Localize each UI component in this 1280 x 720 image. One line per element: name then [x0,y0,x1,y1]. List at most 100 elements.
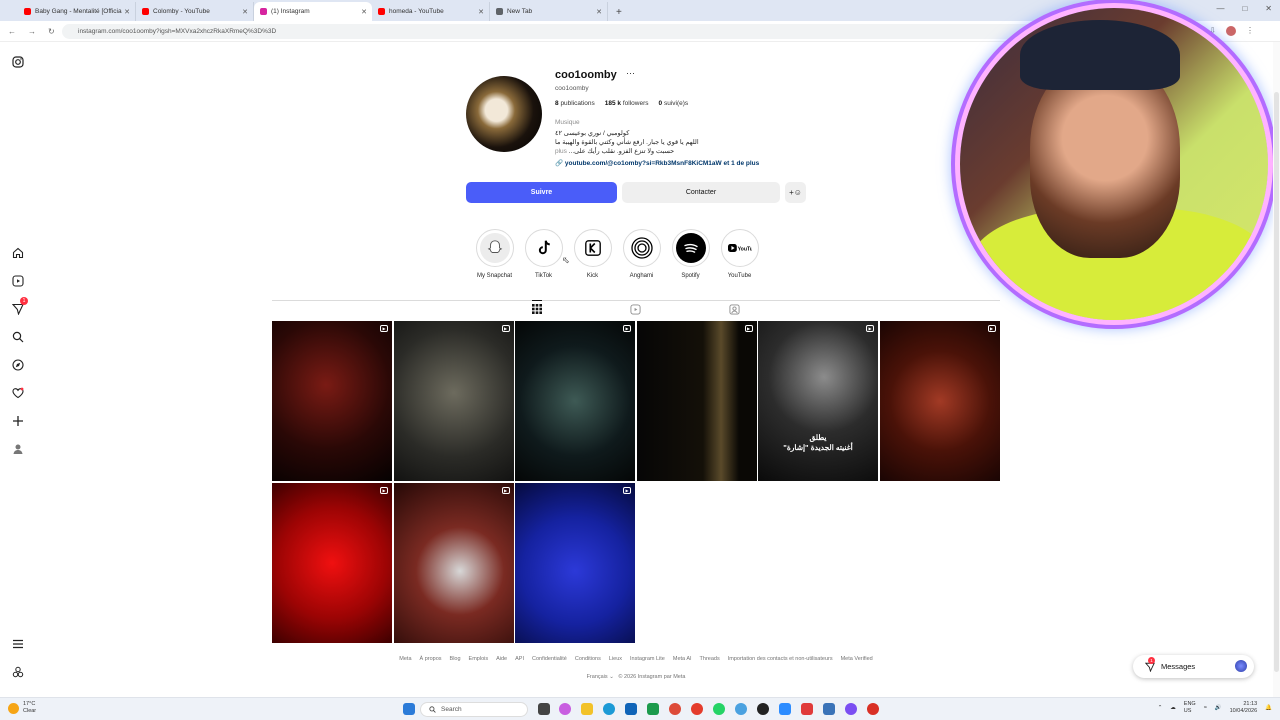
tab-close-icon[interactable]: ✕ [124,8,130,16]
tab-tagged-icon[interactable] [729,304,740,318]
opera-icon[interactable] [691,703,703,715]
chrome-icon[interactable] [669,703,681,715]
tab-posts-grid-icon[interactable] [532,300,542,317]
input-language[interactable]: ENG US [1184,701,1196,715]
highlight-youtube[interactable]: YouTube YouTube [719,229,760,279]
highlight-snapchat-ghost[interactable]: My Snapchat [474,229,515,279]
profile-picture[interactable] [466,76,542,152]
scrollbar-thumb[interactable] [1274,92,1279,672]
close-window-icon[interactable]: ✕ [1265,4,1272,13]
footer-link[interactable]: Instagram Lite [630,656,665,662]
weather-widget[interactable]: 17°C Clear [8,701,36,715]
profile-external-link[interactable]: 🔗 youtube.com/@co1omby?si=Rkb3MsnF8KiCM1… [555,159,759,167]
footer-link[interactable]: Importation des contacts et non-utilisat… [728,656,833,662]
task-view-icon[interactable] [538,703,550,715]
url-field[interactable]: instagram.com/coo1oomby?igsh=MXVxa2xhczR… [62,24,1192,39]
tab-close-icon[interactable]: ✕ [361,8,367,16]
more-menu-icon[interactable] [10,636,26,652]
browser-menu-icon[interactable]: ⋮ [1246,26,1254,36]
app-icon[interactable] [845,703,857,715]
post-thumbnail[interactable]: ▶ [879,321,1000,481]
suggested-accounts-button[interactable]: +☺ [785,182,806,203]
messages-button[interactable]: 1 Messages [1133,655,1254,678]
download-icon[interactable]: ⇩ [1209,26,1216,36]
post-thumbnail[interactable]: ▶ [636,321,757,481]
direct-messages-icon[interactable]: 1 [10,297,28,317]
browser-tab[interactable]: (1) Instagram ✕ [254,2,372,21]
tab-close-icon[interactable]: ✕ [242,8,248,16]
footer-link[interactable]: Meta [399,656,411,662]
language-select[interactable]: Français [587,674,608,680]
footer-link[interactable]: Threads [700,656,720,662]
footer-link[interactable]: Confidentialité [532,656,567,662]
browser-tab[interactable]: homeda - YouTube ✕ [372,2,490,21]
browser-tab[interactable]: Baby Gang - Mentalité [Officia ✕ [18,2,136,21]
following-stat[interactable]: 0 suivi(e)s [659,100,689,107]
post-thumbnail[interactable]: ▶ [272,321,392,481]
create-plus-icon[interactable] [10,413,26,429]
browser-tab[interactable]: Colomby - YouTube ✕ [136,2,254,21]
footer-link[interactable]: Lieux [609,656,622,662]
forward-icon[interactable]: → [28,27,36,36]
onedrive-icon[interactable]: ☁ [1170,705,1176,712]
post-thumbnail[interactable]: ▶ [515,483,635,643]
store-icon[interactable] [625,703,637,715]
back-icon[interactable]: ← [8,27,16,36]
notifications-heart-icon[interactable] [10,385,26,401]
excel-icon[interactable] [647,703,659,715]
obs-icon[interactable] [757,703,769,715]
meta-apps-icon[interactable] [10,664,26,680]
minimize-icon[interactable]: — [1216,4,1224,13]
tray-chevron-icon[interactable]: ⌃ [1158,705,1163,712]
tab-reels-icon[interactable] [630,304,641,318]
maximize-icon[interactable]: □ [1242,4,1247,13]
footer-link[interactable]: À propos [420,656,442,662]
highlight-spotify[interactable]: Spotify [670,229,711,279]
highlight-anghami-rings[interactable]: Anghami [621,229,662,279]
footer-link[interactable]: API [515,656,524,662]
copilot-icon[interactable] [559,703,571,715]
clock[interactable]: 21:13 10/04/2026 [1230,701,1258,715]
post-thumbnail[interactable]: ▶ [272,483,392,643]
whatsapp-icon[interactable] [713,703,725,715]
footer-link[interactable]: Meta AI [673,656,692,662]
followers-stat[interactable]: 185 k followers [605,100,649,107]
editor-icon[interactable] [801,703,813,715]
post-thumbnail[interactable]: ▶ [515,321,635,481]
search-icon[interactable] [10,329,26,345]
chrome-alt-icon[interactable] [867,703,879,715]
telegram-icon[interactable] [735,703,747,715]
reels-icon[interactable] [10,273,26,289]
new-tab-icon[interactable]: + [616,7,622,18]
highlight-tiktok-note[interactable]: TikTok [523,229,564,279]
post-thumbnail[interactable]: ▶ يطلق أغنيته الجديدة "إشارة" [758,321,878,481]
file-explorer-icon[interactable] [581,703,593,715]
reload-icon[interactable]: ↻ [48,27,55,36]
footer-link[interactable]: Aide [496,656,507,662]
footer-link[interactable]: Conditions [575,656,601,662]
footer-link[interactable]: Meta Verified [841,656,873,662]
post-thumbnail[interactable]: ▶ [393,483,514,643]
wifi-icon[interactable]: ≈ [1204,705,1207,712]
browser-profile-avatar[interactable] [1226,26,1236,36]
notepad-icon[interactable] [779,703,791,715]
notifications-icon[interactable]: 🔔 [1265,705,1272,712]
post-thumbnail[interactable]: ▶ [393,321,514,481]
volume-icon[interactable]: 🔊 [1215,705,1222,712]
highlight-kick-k[interactable]: Kick [572,229,613,279]
explore-icon[interactable] [10,357,26,373]
home-icon[interactable] [10,245,26,261]
footer-link[interactable]: Blog [450,656,461,662]
bio-more-link[interactable]: plus [555,148,567,155]
page-scrollbar[interactable] [1273,42,1280,697]
profile-nav-icon[interactable] [10,441,26,457]
tab-close-icon[interactable]: ✕ [596,8,602,16]
taskbar-search[interactable]: Search [420,702,528,717]
settings-icon[interactable] [823,703,835,715]
edge-icon[interactable] [603,703,615,715]
footer-link[interactable]: Emplois [469,656,489,662]
windows-start-icon[interactable] [403,703,415,715]
tab-close-icon[interactable]: ✕ [478,8,484,16]
instagram-logo-icon[interactable] [10,54,26,70]
browser-tab[interactable]: New Tab ✕ [490,2,608,21]
